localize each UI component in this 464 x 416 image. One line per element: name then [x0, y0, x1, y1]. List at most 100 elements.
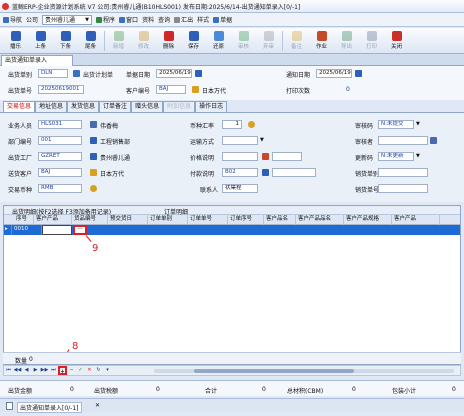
last-record-button[interactable]: 尾条 [78, 29, 103, 53]
payment-extra-input[interactable] [272, 168, 316, 177]
sales-no-input [378, 168, 428, 177]
menu-query[interactable]: 查询 [158, 15, 170, 24]
price-input[interactable] [222, 152, 258, 161]
first-record-button[interactable]: 播乐 [3, 29, 28, 53]
add-button[interactable]: 新增 [106, 29, 131, 53]
count-label: 数量 [15, 358, 28, 365]
col-eta[interactable]: 预交货日 [108, 215, 148, 225]
nav-prev-page-icon[interactable]: ◀◀ [13, 366, 22, 375]
edit-button[interactable]: 修改 [131, 29, 156, 53]
grid-navigator: ⏮ ◀◀ ◀ ▶ ▶▶ ⏭ + − ✓ ✕ ↻ ▾ [3, 365, 461, 376]
tab-trade-info[interactable]: 交易信息 [3, 101, 36, 112]
nav-remove-icon[interactable]: − [67, 366, 76, 375]
nav-icon [3, 16, 9, 23]
col-seq[interactable]: 序号 [4, 215, 34, 225]
ship-num-input[interactable]: 20250619001 [38, 85, 84, 94]
notice-date-label: 通知日期 [286, 72, 311, 79]
tax-value: 0 [156, 386, 160, 393]
menu-window[interactable]: 窗口 [119, 15, 138, 24]
currency-rate-input[interactable]: 1 [222, 120, 242, 129]
col-order-no[interactable]: 订单单号 [188, 215, 228, 225]
sales-input[interactable]: HLS031 [38, 120, 82, 129]
link-icon[interactable] [262, 169, 269, 176]
payment-input[interactable]: B02 [222, 168, 258, 177]
nav-filter-icon[interactable]: ▾ [103, 366, 112, 375]
transport-select[interactable] [222, 136, 258, 145]
approve-button[interactable]: 审核 [231, 29, 256, 53]
contact-input[interactable]: 状葉程 [222, 184, 258, 193]
nav-next-icon[interactable]: ▶ [31, 366, 40, 375]
factory-label: 出货工厂 [8, 155, 33, 162]
lookup-ellipsis-button[interactable]: ··· [73, 225, 87, 235]
tab-extra-info[interactable]: 附加信息 [163, 101, 196, 112]
nav-confirm-icon[interactable]: ✓ [76, 366, 85, 375]
order-date-input[interactable]: 2025/06/19 [156, 69, 192, 78]
menu-export[interactable]: 汇出 [174, 15, 193, 24]
tab-delivery-info[interactable]: 发货信息 [67, 101, 100, 112]
tab-address-info[interactable]: 地址信息 [35, 101, 68, 112]
col-cust-product-2[interactable]: 客户产品 [392, 215, 440, 225]
notice-date-input[interactable]: 2025/06/19 [316, 69, 352, 78]
cell-cust-product[interactable] [42, 225, 72, 235]
chevron-down-icon[interactable]: ▼ [416, 121, 420, 127]
tab-header-info[interactable]: 赠头信息 [131, 101, 164, 112]
menu-nav[interactable]: 导航 [3, 15, 22, 24]
bottom-tab-label[interactable]: 出货通知单录入[0/-1] [17, 402, 82, 413]
col-order-seq[interactable]: 订单序号 [228, 215, 264, 225]
nav-refresh-icon[interactable]: ↻ [94, 366, 103, 375]
note-button[interactable]: 备注 [284, 29, 309, 53]
currency-input[interactable]: RMB [38, 184, 82, 193]
price-extra-input[interactable] [272, 152, 302, 161]
chevron-down-icon[interactable]: ▼ [416, 153, 420, 159]
unapprove-button[interactable]: 弃审 [256, 29, 281, 53]
col-order-type[interactable]: 订单单别 [148, 215, 188, 225]
menu-program[interactable]: 程序 [96, 15, 115, 24]
menu-document[interactable]: 单据 [213, 15, 232, 24]
audit-select[interactable]: N:未提交 [378, 120, 414, 129]
menu-company[interactable]: 公司 [26, 15, 38, 24]
col-cust-name[interactable]: 客户品名 [264, 215, 296, 225]
save-button[interactable]: 保存 [181, 29, 206, 53]
delete-button[interactable]: 删除 [156, 29, 181, 53]
close-icon[interactable]: ✕ [95, 402, 100, 409]
calendar-icon[interactable] [195, 70, 202, 77]
task-button[interactable]: 作业 [309, 29, 334, 53]
close-button[interactable]: 关闭 [384, 29, 409, 53]
tab-operation-log[interactable]: 操作日志 [195, 101, 228, 112]
export-button[interactable]: 导出 [334, 29, 359, 53]
nav-cancel-icon[interactable]: ✕ [85, 366, 94, 375]
ship-no-input[interactable]: DLN [38, 69, 68, 78]
program-icon [96, 16, 103, 23]
company-select[interactable]: 贵州睿儿通 ▼ [42, 14, 93, 25]
nav-add-icon[interactable]: + [58, 366, 67, 375]
factory-input[interactable]: GZRET [38, 152, 82, 161]
col-cust-prod-name[interactable]: 客户产品品名 [296, 215, 344, 225]
chevron-down-icon[interactable]: ▼ [260, 137, 264, 143]
calendar-icon[interactable] [262, 153, 269, 160]
col-item-no[interactable]: 货品编号 [72, 215, 108, 225]
calendar-icon[interactable] [355, 70, 362, 77]
print-button[interactable]: 打印 [359, 29, 384, 53]
restore-button[interactable]: 还原 [206, 29, 231, 53]
nav-next-page-icon[interactable]: ▶▶ [40, 366, 49, 375]
audit-label: 审核码 [355, 123, 374, 130]
col-cust-prod-spec[interactable]: 客户产品规格 [344, 215, 392, 225]
change-select[interactable]: N:未更新 [378, 152, 414, 161]
col-cust-product[interactable]: 客户产品 [34, 215, 72, 225]
tab-order-notes[interactable]: 订单备注 [99, 101, 132, 112]
plan-link[interactable]: 出货计划单 [83, 70, 113, 79]
edit-icon [138, 30, 149, 41]
prev-record-button[interactable]: 上条 [28, 29, 53, 53]
customer-input[interactable]: BAJ [38, 168, 82, 177]
nav-first-icon[interactable]: ⏮ [4, 366, 13, 375]
nav-prev-icon[interactable]: ◀ [22, 366, 31, 375]
cell-seq[interactable]: 0010 [12, 225, 42, 235]
tab-ship-notice-entry[interactable]: 出货通知单录入 [1, 55, 73, 66]
scrollbar-thumb[interactable] [194, 369, 354, 373]
dept-input[interactable]: 001 [38, 136, 82, 145]
menu-style[interactable]: 样式 [197, 15, 209, 24]
nav-last-icon[interactable]: ⏭ [49, 366, 58, 375]
cust-no-input[interactable]: BAJ [156, 85, 186, 94]
next-record-button[interactable]: 下条 [53, 29, 78, 53]
menu-data[interactable]: 资料 [142, 15, 154, 24]
